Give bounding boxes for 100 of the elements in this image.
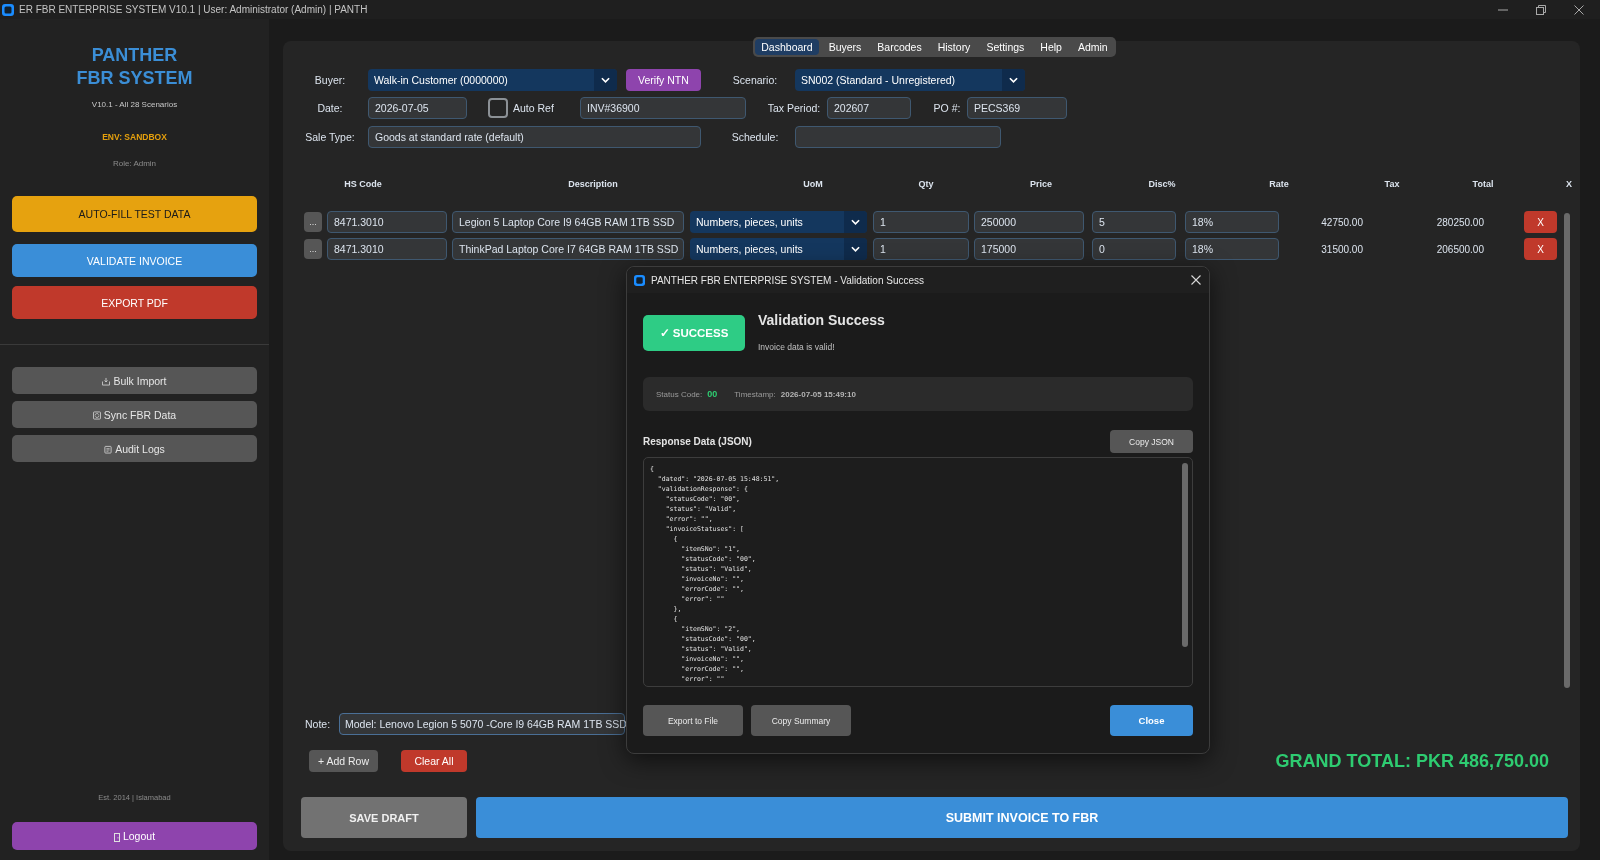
- row-menu-button[interactable]: ...: [304, 212, 322, 232]
- tool-button[interactable]: Bulk Import: [12, 367, 257, 394]
- footer-button[interactable]: SAVE DRAFT: [301, 797, 467, 838]
- nav-tab[interactable]: Barcodes: [871, 39, 928, 55]
- quantity-field[interactable]: 1: [873, 238, 969, 260]
- dialog-message: Invoice data is valid!: [758, 341, 836, 353]
- field-label: Buyer:: [313, 74, 347, 86]
- sale-type-field[interactable]: Goods at standard rate (default): [368, 126, 701, 148]
- chevron-down-icon: [851, 219, 860, 225]
- version-text: V10.1 - All 28 Scenarios: [91, 99, 178, 111]
- timestamp-label: Timestamp:: [734, 389, 776, 399]
- clipboard-icon: [104, 445, 113, 454]
- delete-row-button[interactable]: X: [1524, 238, 1557, 260]
- copy-json-button[interactable]: Copy JSON: [1110, 430, 1193, 453]
- status-code-value: 00: [707, 389, 718, 399]
- tax-amount: 31500.00: [1320, 243, 1363, 255]
- nav-tab[interactable]: History: [931, 39, 977, 55]
- checkbox[interactable]: [488, 98, 508, 118]
- dialog-button[interactable]: Copy Summary: [751, 705, 851, 736]
- restore-icon[interactable]: [1536, 4, 1546, 15]
- logout-button[interactable]: Logout: [12, 822, 257, 850]
- quantity-field[interactable]: 1: [873, 211, 969, 233]
- success-badge: ✓ SUCCESS: [643, 315, 745, 351]
- column-header: Description: [567, 179, 619, 189]
- inbox-icon: [102, 377, 111, 386]
- checkbox-label: Auto Ref: [513, 102, 555, 114]
- dialog-heading: Validation Success: [758, 311, 885, 329]
- rate-field[interactable]: 18%: [1185, 211, 1279, 233]
- column-header: Rate: [1268, 179, 1290, 189]
- field-label: Note:: [305, 718, 332, 730]
- close-icon[interactable]: [1574, 4, 1584, 15]
- description-field[interactable]: Legion 5 Laptop Core I9 64GB RAM 1TB SSD: [452, 211, 684, 233]
- nav-tab[interactable]: Dashboard: [755, 39, 819, 55]
- schedule-field[interactable]: [795, 126, 1001, 148]
- reference-field[interactable]: INV#36900: [580, 97, 746, 119]
- tax-amount: 42750.00: [1320, 216, 1363, 228]
- price-field[interactable]: 175000: [974, 238, 1084, 260]
- nav-tab[interactable]: Settings: [980, 39, 1031, 55]
- column-header: Tax: [1383, 179, 1401, 189]
- dialog-button[interactable]: Export to File: [643, 705, 743, 736]
- door-icon: [113, 832, 120, 842]
- column-header: UoM: [802, 179, 824, 189]
- buyer-dropdown[interactable]: Walk-in Customer (0000000): [368, 69, 617, 91]
- uom-dropdown[interactable]: Numbers, pieces, units: [690, 211, 867, 233]
- app-icon: [634, 274, 645, 286]
- scenario-dropdown[interactable]: SN002 (Standard - Unregistered): [795, 69, 1025, 91]
- date-field[interactable]: 2026-07-05: [368, 97, 467, 119]
- nav-tab[interactable]: Buyers: [822, 39, 868, 55]
- scrollbar[interactable]: [1182, 463, 1188, 647]
- column-header: Total: [1471, 179, 1495, 189]
- field-label: Tax Period:: [766, 102, 822, 114]
- discount-field[interactable]: 0: [1092, 238, 1176, 260]
- chevron-down-icon: [601, 77, 610, 83]
- price-field[interactable]: 250000: [974, 211, 1084, 233]
- sidebar-button[interactable]: EXPORT PDF: [12, 286, 257, 319]
- column-header: X: [1565, 179, 1573, 189]
- table-action-button[interactable]: Clear All: [401, 750, 467, 772]
- response-heading: Response Data (JSON): [643, 436, 752, 447]
- dialog-title: PANTHER FBR ENTERPRISE SYSTEM - Validation Success: [651, 274, 925, 286]
- brand-title: PANTHER FBR SYSTEM: [76, 44, 193, 90]
- window-title: ER FBR ENTERPRISE SYSTEM V10.1 | User: Administrator (Admin) | PANTH: [19, 3, 368, 17]
- tax-period-field[interactable]: 202607: [827, 97, 911, 119]
- environment-label: ENV: SANDBOX: [102, 131, 167, 143]
- nav-tab[interactable]: Admin: [1071, 39, 1114, 55]
- nav-tab[interactable]: Help: [1034, 39, 1068, 55]
- table-action-button[interactable]: + Add Row: [309, 750, 378, 772]
- verify-ntn-button[interactable]: Verify NTN: [626, 69, 701, 91]
- status-code-label: Status Code:: [656, 389, 703, 399]
- delete-row-button[interactable]: X: [1524, 211, 1557, 233]
- grand-total: GRAND TOTAL: PKR 486,750.00: [1275, 750, 1549, 772]
- description-field[interactable]: ThinkPad Laptop Core I7 64GB RAM 1TB SSD: [452, 238, 684, 260]
- total-amount: 206500.00: [1435, 243, 1484, 255]
- uom-dropdown[interactable]: Numbers, pieces, units: [690, 238, 867, 260]
- hs-code-field[interactable]: 8471.3010: [327, 211, 447, 233]
- role-label: Role: Admin: [112, 158, 157, 170]
- field-label: Schedule:: [730, 131, 780, 143]
- field-label: PO #:: [932, 102, 962, 114]
- sidebar-button[interactable]: AUTO-FILL TEST DATA: [12, 196, 257, 232]
- scrollbar[interactable]: [1564, 213, 1570, 688]
- tool-button[interactable]: Sync FBR Data: [12, 401, 257, 428]
- discount-field[interactable]: 5: [1092, 211, 1176, 233]
- tool-button[interactable]: Audit Logs: [12, 435, 257, 462]
- hs-code-field[interactable]: 8471.3010: [327, 238, 447, 260]
- field-label: Date:: [316, 102, 344, 114]
- column-header: Disc%: [1147, 179, 1177, 189]
- field-label: Sale Type:: [304, 131, 356, 143]
- chevron-down-icon: [851, 246, 860, 252]
- chevron-down-icon: [1009, 77, 1018, 83]
- total-amount: 280250.00: [1435, 216, 1484, 228]
- column-header: Price: [1029, 179, 1053, 189]
- sync-icon: [92, 411, 101, 420]
- timestamp-value: 2026-07-05 15:49:10: [780, 389, 856, 399]
- column-header: HS Code: [343, 179, 383, 189]
- rate-field[interactable]: 18%: [1185, 238, 1279, 260]
- note-field[interactable]: Model: Lenovo Legion 5 5070 -Core I9 64GB RAM 1TB SSD: [339, 713, 625, 735]
- close-icon[interactable]: [1191, 275, 1201, 285]
- po-number-field[interactable]: PECS369: [967, 97, 1067, 119]
- app-icon: [2, 3, 14, 16]
- field-label: Scenario:: [731, 74, 779, 86]
- row-menu-button[interactable]: ...: [304, 239, 322, 259]
